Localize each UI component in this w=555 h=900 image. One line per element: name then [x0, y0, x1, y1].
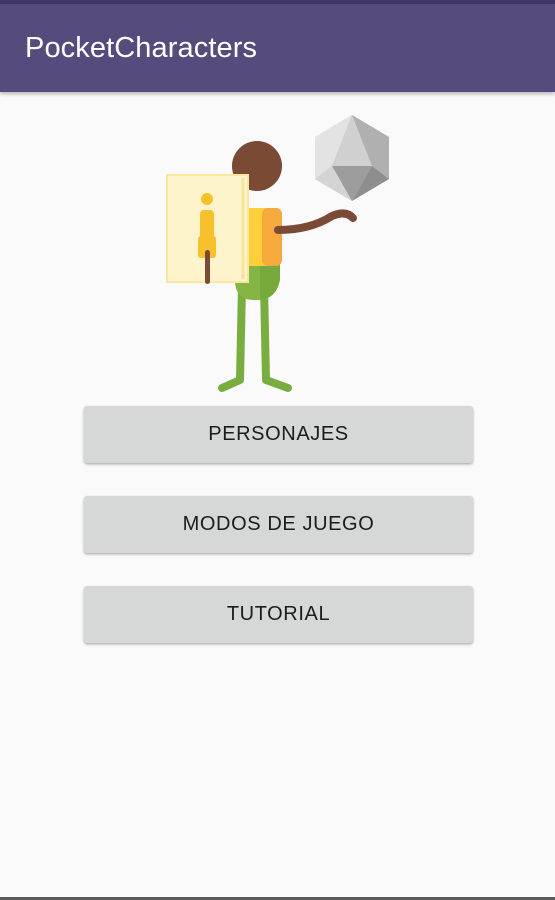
- character-with-card-and-dice-icon: [166, 115, 389, 392]
- right-leg-icon: [260, 282, 292, 392]
- app-bar: PocketCharacters: [0, 4, 555, 92]
- app-title: PocketCharacters: [25, 32, 258, 64]
- modos-de-juego-button[interactable]: MODOS DE JUEGO: [84, 496, 473, 553]
- personajes-button[interactable]: PERSONAJES: [84, 406, 473, 463]
- arm-icon: [274, 209, 357, 234]
- main-content: PERSONAJES MODOS DE JUEGO TUTORIAL: [0, 92, 555, 898]
- tutorial-button[interactable]: TUTORIAL: [84, 586, 473, 643]
- dice-icon: [315, 115, 389, 201]
- left-leg-icon: [218, 282, 246, 392]
